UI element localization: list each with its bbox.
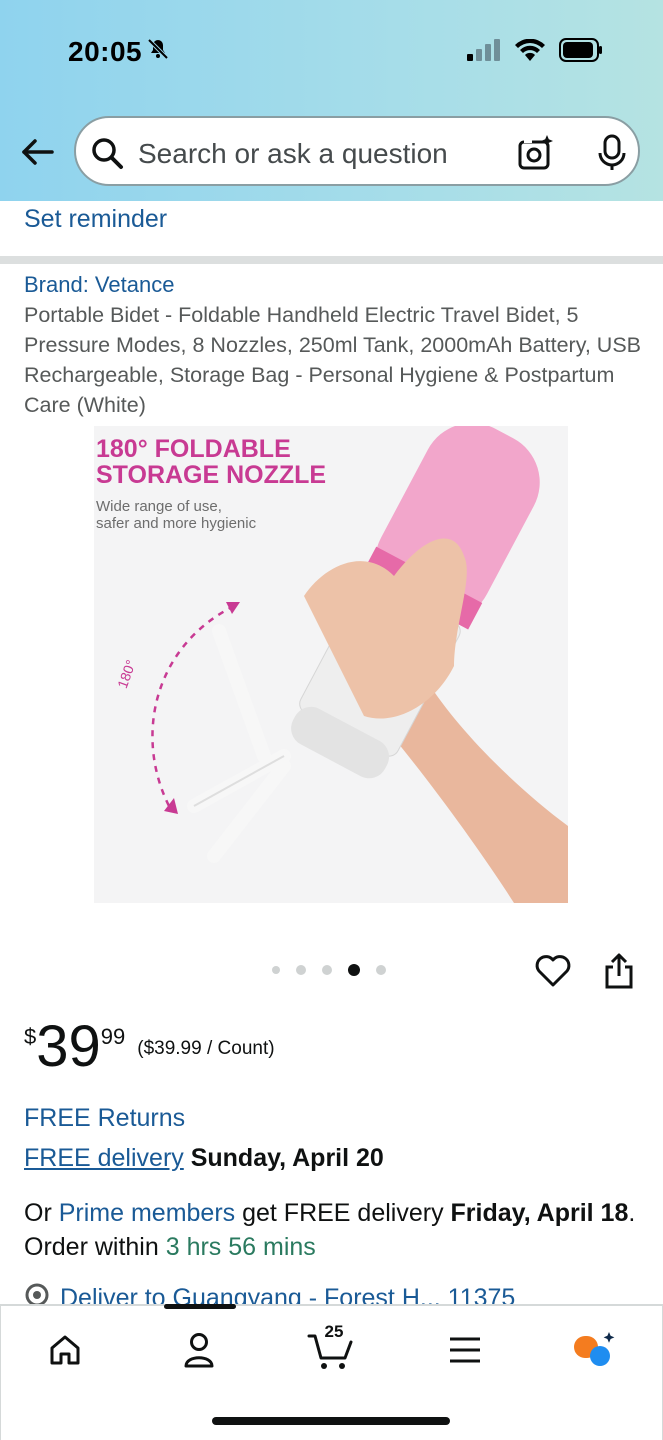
- product-title: Portable Bidet - Foldable Handheld Elect…: [24, 303, 642, 417]
- unit-price: ($39.99 / Count): [137, 1038, 275, 1059]
- silent-mode-icon: [146, 36, 170, 68]
- price-block: $ 39 99 ($39.99 / Count): [24, 1016, 275, 1078]
- prime-prefix: Or: [24, 1199, 52, 1227]
- status-time: 20:05: [68, 36, 170, 68]
- delivery-line: FREE delivery Sunday, April 20: [24, 1144, 384, 1173]
- share-icon[interactable]: [603, 952, 635, 995]
- price-fraction: 99: [100, 1024, 126, 1049]
- brand-link[interactable]: Brand: Vetance: [24, 272, 174, 298]
- prime-middle: get FREE delivery: [242, 1199, 444, 1227]
- home-indicator: [212, 1417, 450, 1425]
- rufus-icon[interactable]: [571, 1326, 619, 1374]
- profile-icon[interactable]: [175, 1326, 223, 1374]
- prime-delivery-text: Or Prime members get FREE delivery Frida…: [24, 1196, 644, 1264]
- microphone-icon[interactable]: [592, 133, 632, 178]
- camera-search-icon[interactable]: [516, 133, 556, 178]
- set-reminder-link[interactable]: Set reminder: [24, 205, 167, 234]
- cellular-signal-icon: [467, 39, 501, 66]
- price-whole: 39: [36, 1014, 101, 1079]
- menu-icon[interactable]: [441, 1326, 489, 1374]
- battery-icon: [559, 38, 603, 67]
- carousel-dot[interactable]: [296, 965, 306, 975]
- bidet-illustration: [151, 426, 568, 903]
- prime-members-link[interactable]: Prime members: [59, 1199, 235, 1227]
- order-countdown: 3 hrs 56 mins: [165, 1233, 316, 1261]
- carousel-dot[interactable]: [376, 965, 386, 975]
- active-tab-indicator: [164, 1304, 236, 1309]
- free-returns-link[interactable]: FREE Returns: [24, 1104, 185, 1133]
- search-bar[interactable]: Search or ask a question: [74, 116, 640, 186]
- price-currency: $: [24, 1024, 37, 1049]
- section-divider: [0, 256, 663, 264]
- search-icon: [90, 136, 124, 175]
- free-delivery-link[interactable]: FREE delivery: [24, 1144, 184, 1172]
- cart-count-badge: 25: [324, 1322, 344, 1341]
- carousel-indicator[interactable]: [272, 964, 386, 976]
- free-delivery-date: Sunday, April 20: [190, 1144, 384, 1172]
- search-input[interactable]: Search or ask a question: [138, 138, 448, 170]
- status-time-text: 20:05: [68, 36, 143, 67]
- carousel-dot-active[interactable]: [348, 964, 360, 976]
- back-arrow-icon[interactable]: [18, 132, 58, 172]
- carousel-dot[interactable]: [322, 965, 332, 975]
- product-image[interactable]: 180° FOLDABLE STORAGE NOZZLE Wide range …: [94, 426, 568, 903]
- home-icon[interactable]: [41, 1326, 89, 1374]
- wishlist-heart-icon[interactable]: [535, 954, 571, 993]
- wifi-icon: [515, 38, 545, 66]
- prime-date: Friday, April 18: [450, 1199, 629, 1227]
- status-indicators: [467, 38, 603, 67]
- app-header: 20:05 Search or ask a question: [0, 0, 663, 201]
- carousel-dot[interactable]: [272, 966, 280, 974]
